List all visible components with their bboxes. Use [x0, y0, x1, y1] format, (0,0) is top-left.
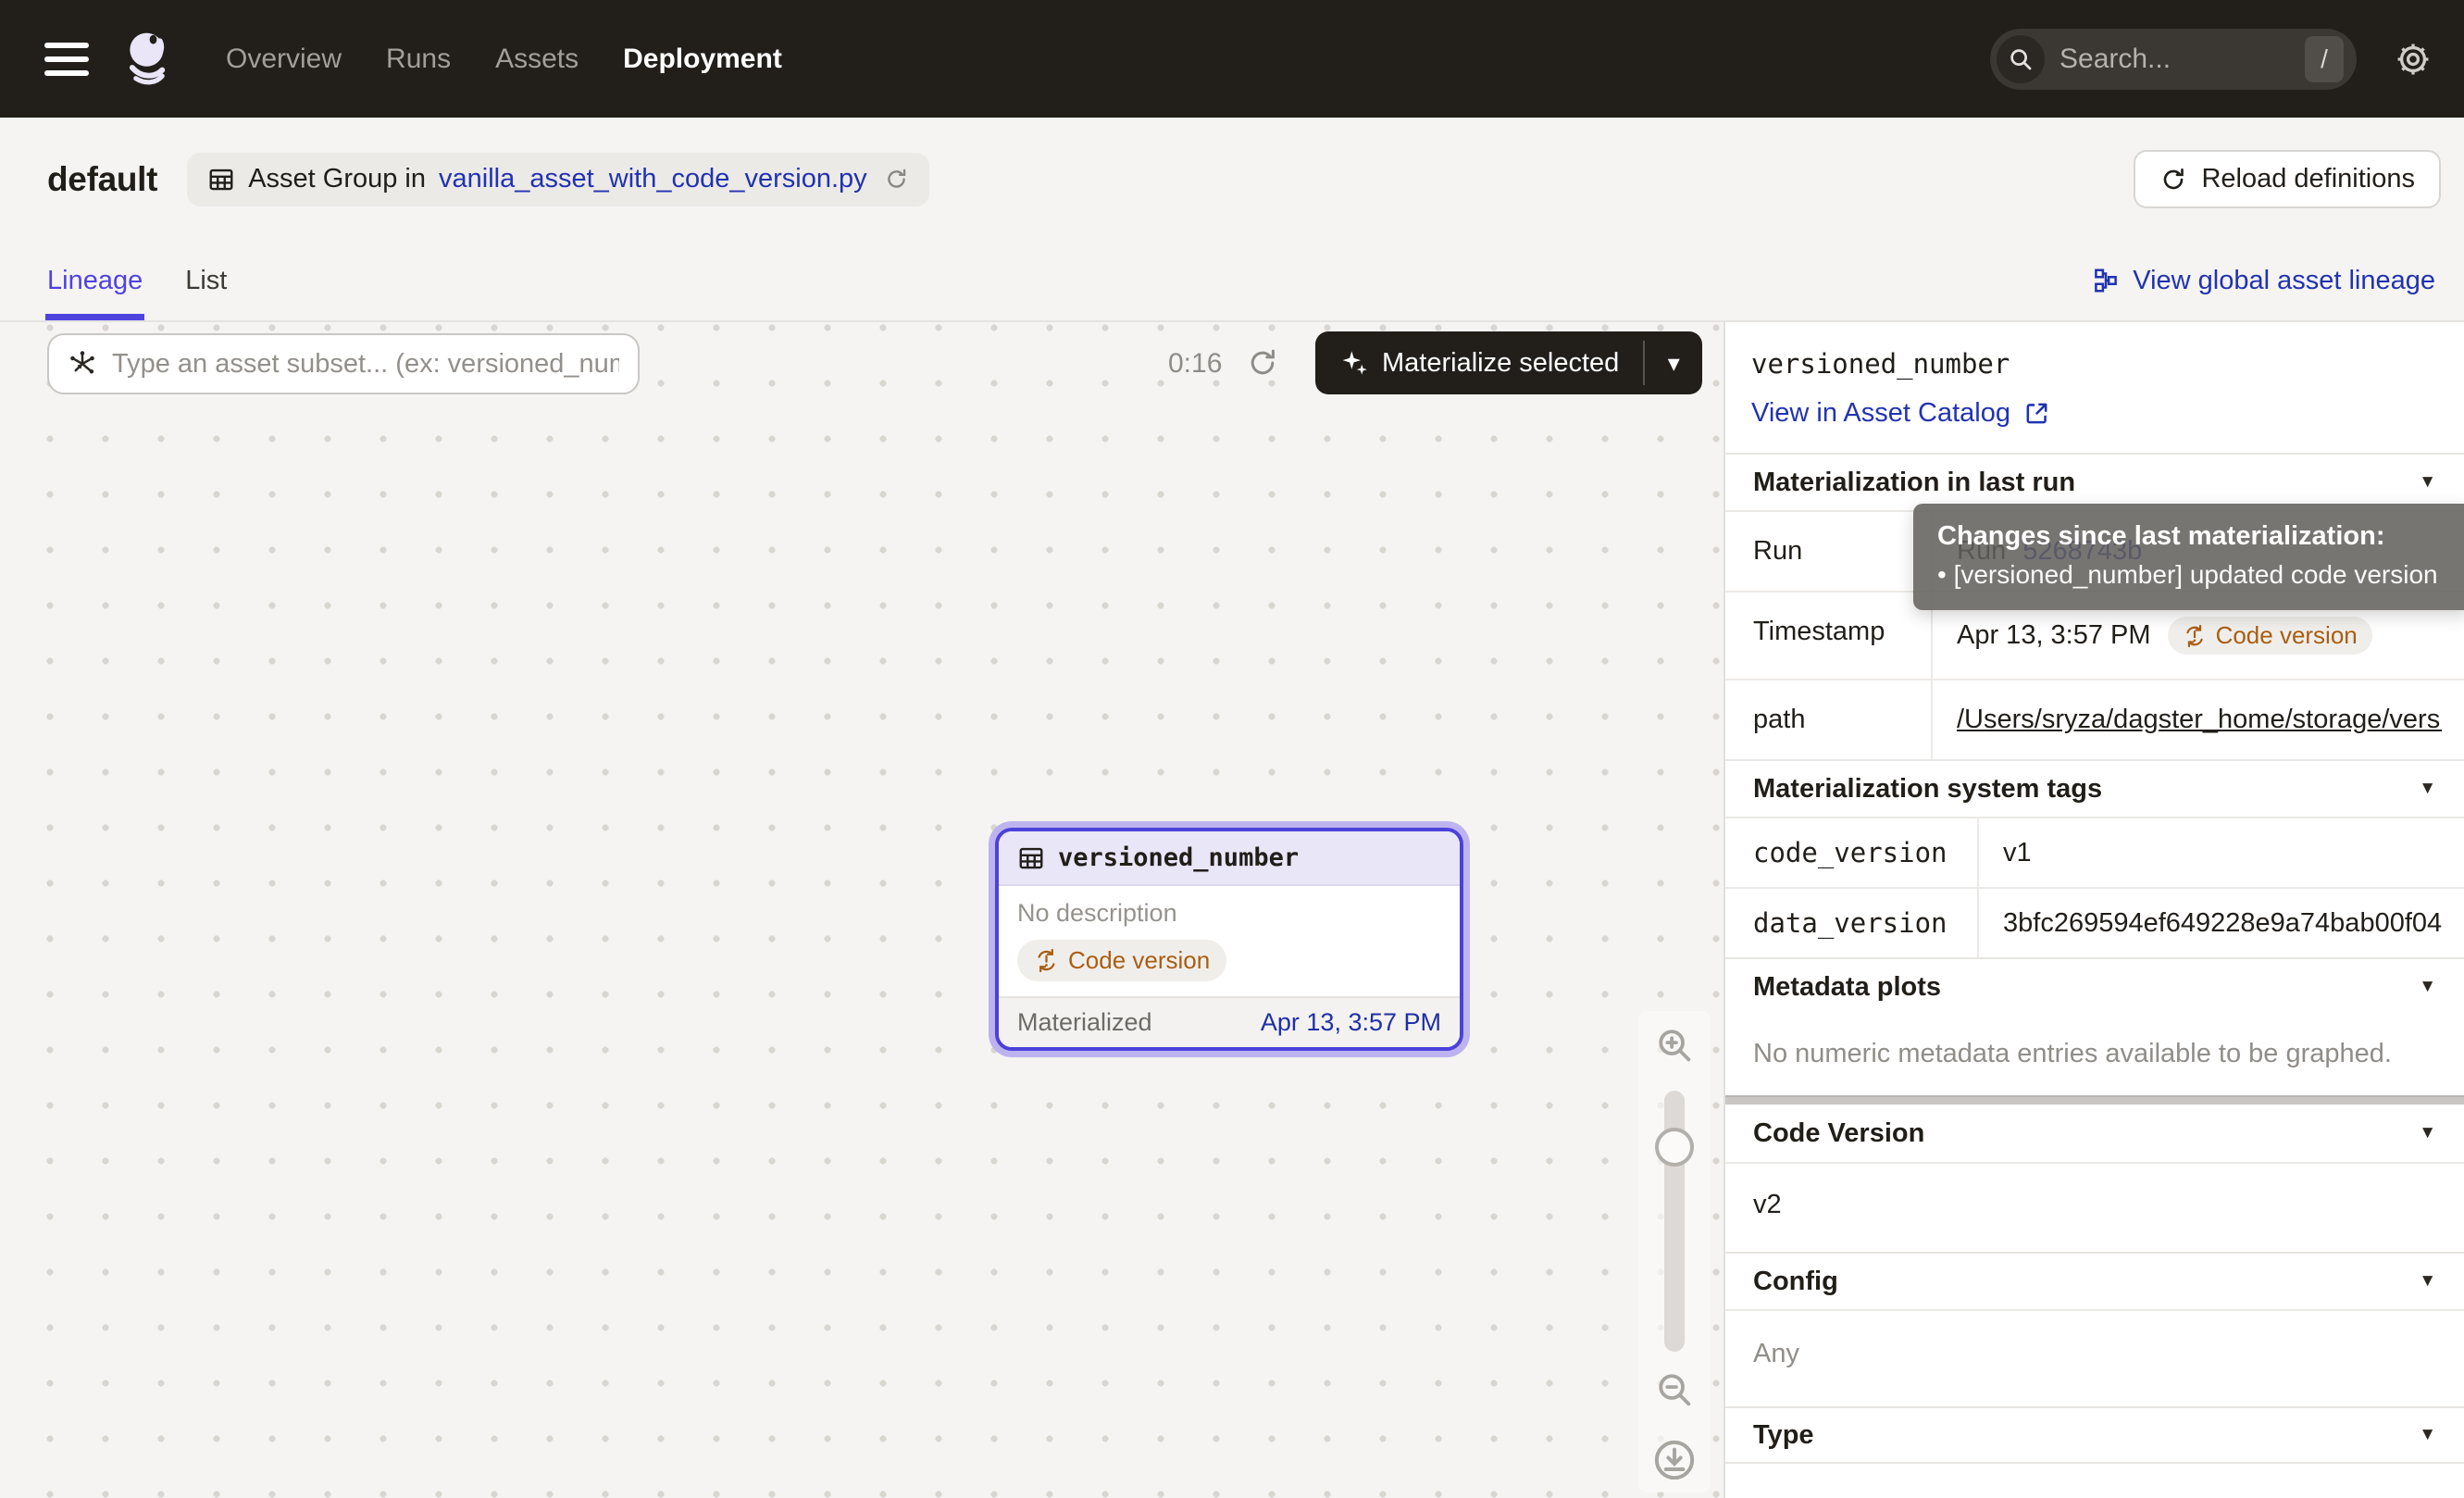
materialize-sparkle-icon	[1339, 348, 1369, 378]
primary-nav: Overview Runs Assets Deployment	[226, 44, 782, 75]
search-shortcut-key: /	[2305, 36, 2344, 82]
asset-subset-input[interactable]	[112, 349, 619, 380]
section-metadata-plots[interactable]: Metadata plots ▼	[1725, 957, 2464, 1015]
tag-value: v1	[2003, 838, 2032, 868]
zoom-controls	[1638, 1011, 1711, 1492]
run-id-link[interactable]: 5268743b	[2022, 536, 2142, 567]
settings-gear-icon[interactable]	[2394, 40, 2433, 79]
lineage-canvas[interactable]: 0:16 Materialize selected ▾ versioned_nu…	[0, 322, 1724, 1498]
zoom-slider[interactable]	[1664, 1091, 1685, 1352]
zoom-out-icon[interactable]	[1653, 1368, 1696, 1411]
page-title: default	[47, 160, 157, 199]
section-code-version[interactable]: Code Version ▼	[1725, 1105, 2464, 1162]
run-row: Run Run 5268743b	[1725, 510, 2464, 591]
reload-definitions-button[interactable]: Reload definitions	[2134, 150, 2441, 208]
section-config[interactable]: Config ▼	[1725, 1252, 2464, 1309]
code-version-badge: Code version	[2168, 617, 2372, 655]
tag-key: code_version	[1725, 818, 1977, 887]
path-row: path /Users/sryza/dagster_home/storage/v…	[1725, 679, 2464, 759]
chevron-down-icon: ▼	[2419, 1425, 2436, 1445]
timestamp-row-label: Timestamp	[1725, 593, 1931, 679]
node-description: No description	[1017, 899, 1441, 928]
menu-icon[interactable]	[44, 43, 89, 76]
chevron-down-icon: ▼	[2419, 1123, 2436, 1143]
asset-group-file-link[interactable]: vanilla_asset_with_code_version.py	[439, 164, 867, 194]
download-image-icon[interactable]	[1651, 1437, 1698, 1483]
search-icon	[1997, 35, 2045, 83]
code-version-sync-icon	[1034, 948, 1059, 973]
asset-node-versioned-number[interactable]: versioned_number No description Code ver…	[995, 828, 1463, 1051]
materialize-dropdown-caret[interactable]: ▾	[1645, 331, 1702, 394]
dagster-logo-icon[interactable]	[120, 23, 178, 95]
reload-group-icon[interactable]	[884, 167, 909, 192]
tab-lineage[interactable]: Lineage	[47, 241, 143, 320]
chevron-down-icon: ▼	[2419, 472, 2436, 493]
path-link[interactable]: /Users/sryza/dagster_home/storage/versio	[1957, 705, 2442, 735]
view-tabs: Lineage List View global asset lineage	[0, 241, 2464, 322]
tag-row-code-version: code_version v1	[1725, 817, 2464, 887]
top-nav: Overview Runs Assets Deployment /	[0, 0, 2464, 118]
tag-key: data_version	[1725, 889, 1977, 957]
nav-assets[interactable]: Assets	[495, 44, 579, 75]
run-text: Run	[1957, 536, 2006, 567]
metadata-plots-empty-text: No numeric metadata entries available to…	[1725, 1015, 2464, 1095]
code-version-value: v2	[1725, 1162, 2464, 1252]
nav-runs[interactable]: Runs	[386, 44, 451, 75]
reload-icon	[2159, 166, 2187, 193]
node-materialization-time-link[interactable]: Apr 13, 3:57 PM	[1261, 1008, 1441, 1037]
tag-row-data-version: data_version 3bfc269594ef649228e9a74bab0…	[1725, 887, 2464, 957]
timestamp-value: Apr 13, 3:57 PM	[1957, 620, 2151, 651]
refresh-timer: 0:16	[1168, 348, 1222, 380]
asset-selector-icon	[68, 349, 97, 379]
panel-splitter[interactable]	[1725, 1095, 2464, 1105]
tag-value: 3bfc269594ef649228e9a74bab00f04	[2003, 908, 2442, 939]
nav-overview[interactable]: Overview	[226, 44, 342, 75]
timestamp-row: Timestamp Apr 13, 3:57 PM Code version	[1725, 591, 2464, 679]
global-search[interactable]: /	[1990, 29, 2357, 90]
code-version-sync-icon	[2183, 624, 2207, 648]
page-header: default Asset Group in vanilla_asset_wit…	[0, 118, 2464, 241]
lineage-graph-icon	[2092, 267, 2120, 294]
code-version-badge: Code version	[1017, 940, 1226, 981]
view-global-asset-lineage-link[interactable]: View global asset lineage	[2092, 241, 2435, 320]
tab-list[interactable]: List	[185, 241, 227, 320]
asset-group-label: Asset Group in	[248, 164, 426, 194]
panel-asset-title: versioned_number	[1751, 348, 2438, 380]
materialize-selected-button[interactable]: Materialize selected ▾	[1315, 331, 1702, 394]
node-status-label: Materialized	[1017, 1008, 1152, 1037]
section-materialization-system-tags[interactable]: Materialization system tags ▼	[1725, 759, 2464, 817]
asset-detail-panel: versioned_number View in Asset Catalog M…	[1724, 322, 2464, 1498]
refresh-graph-icon[interactable]	[1246, 346, 1279, 380]
zoom-slider-handle[interactable]	[1655, 1128, 1694, 1167]
asset-group-icon	[207, 166, 235, 193]
chevron-down-icon: ▼	[2419, 977, 2436, 997]
nav-deployment[interactable]: Deployment	[623, 44, 782, 75]
zoom-in-icon[interactable]	[1653, 1024, 1696, 1067]
node-title: versioned_number	[1058, 843, 1299, 872]
chevron-down-icon: ▼	[2419, 779, 2436, 799]
run-row-label: Run	[1725, 512, 1931, 591]
section-materialization-in-last-run[interactable]: Materialization in last run ▼	[1725, 453, 2464, 510]
asset-group-breadcrumb: Asset Group in vanilla_asset_with_code_v…	[187, 153, 929, 206]
view-in-asset-catalog-link[interactable]: View in Asset Catalog	[1751, 398, 2050, 429]
search-input[interactable]	[2060, 44, 2305, 75]
chevron-down-icon: ▼	[2419, 1271, 2436, 1292]
path-row-label: path	[1725, 680, 1931, 759]
section-type[interactable]: Type ▼	[1725, 1406, 2464, 1464]
asset-subset-filter[interactable]	[47, 333, 640, 394]
asset-table-icon	[1017, 844, 1045, 872]
external-link-icon	[2023, 400, 2050, 427]
config-value: Any	[1725, 1309, 2464, 1406]
